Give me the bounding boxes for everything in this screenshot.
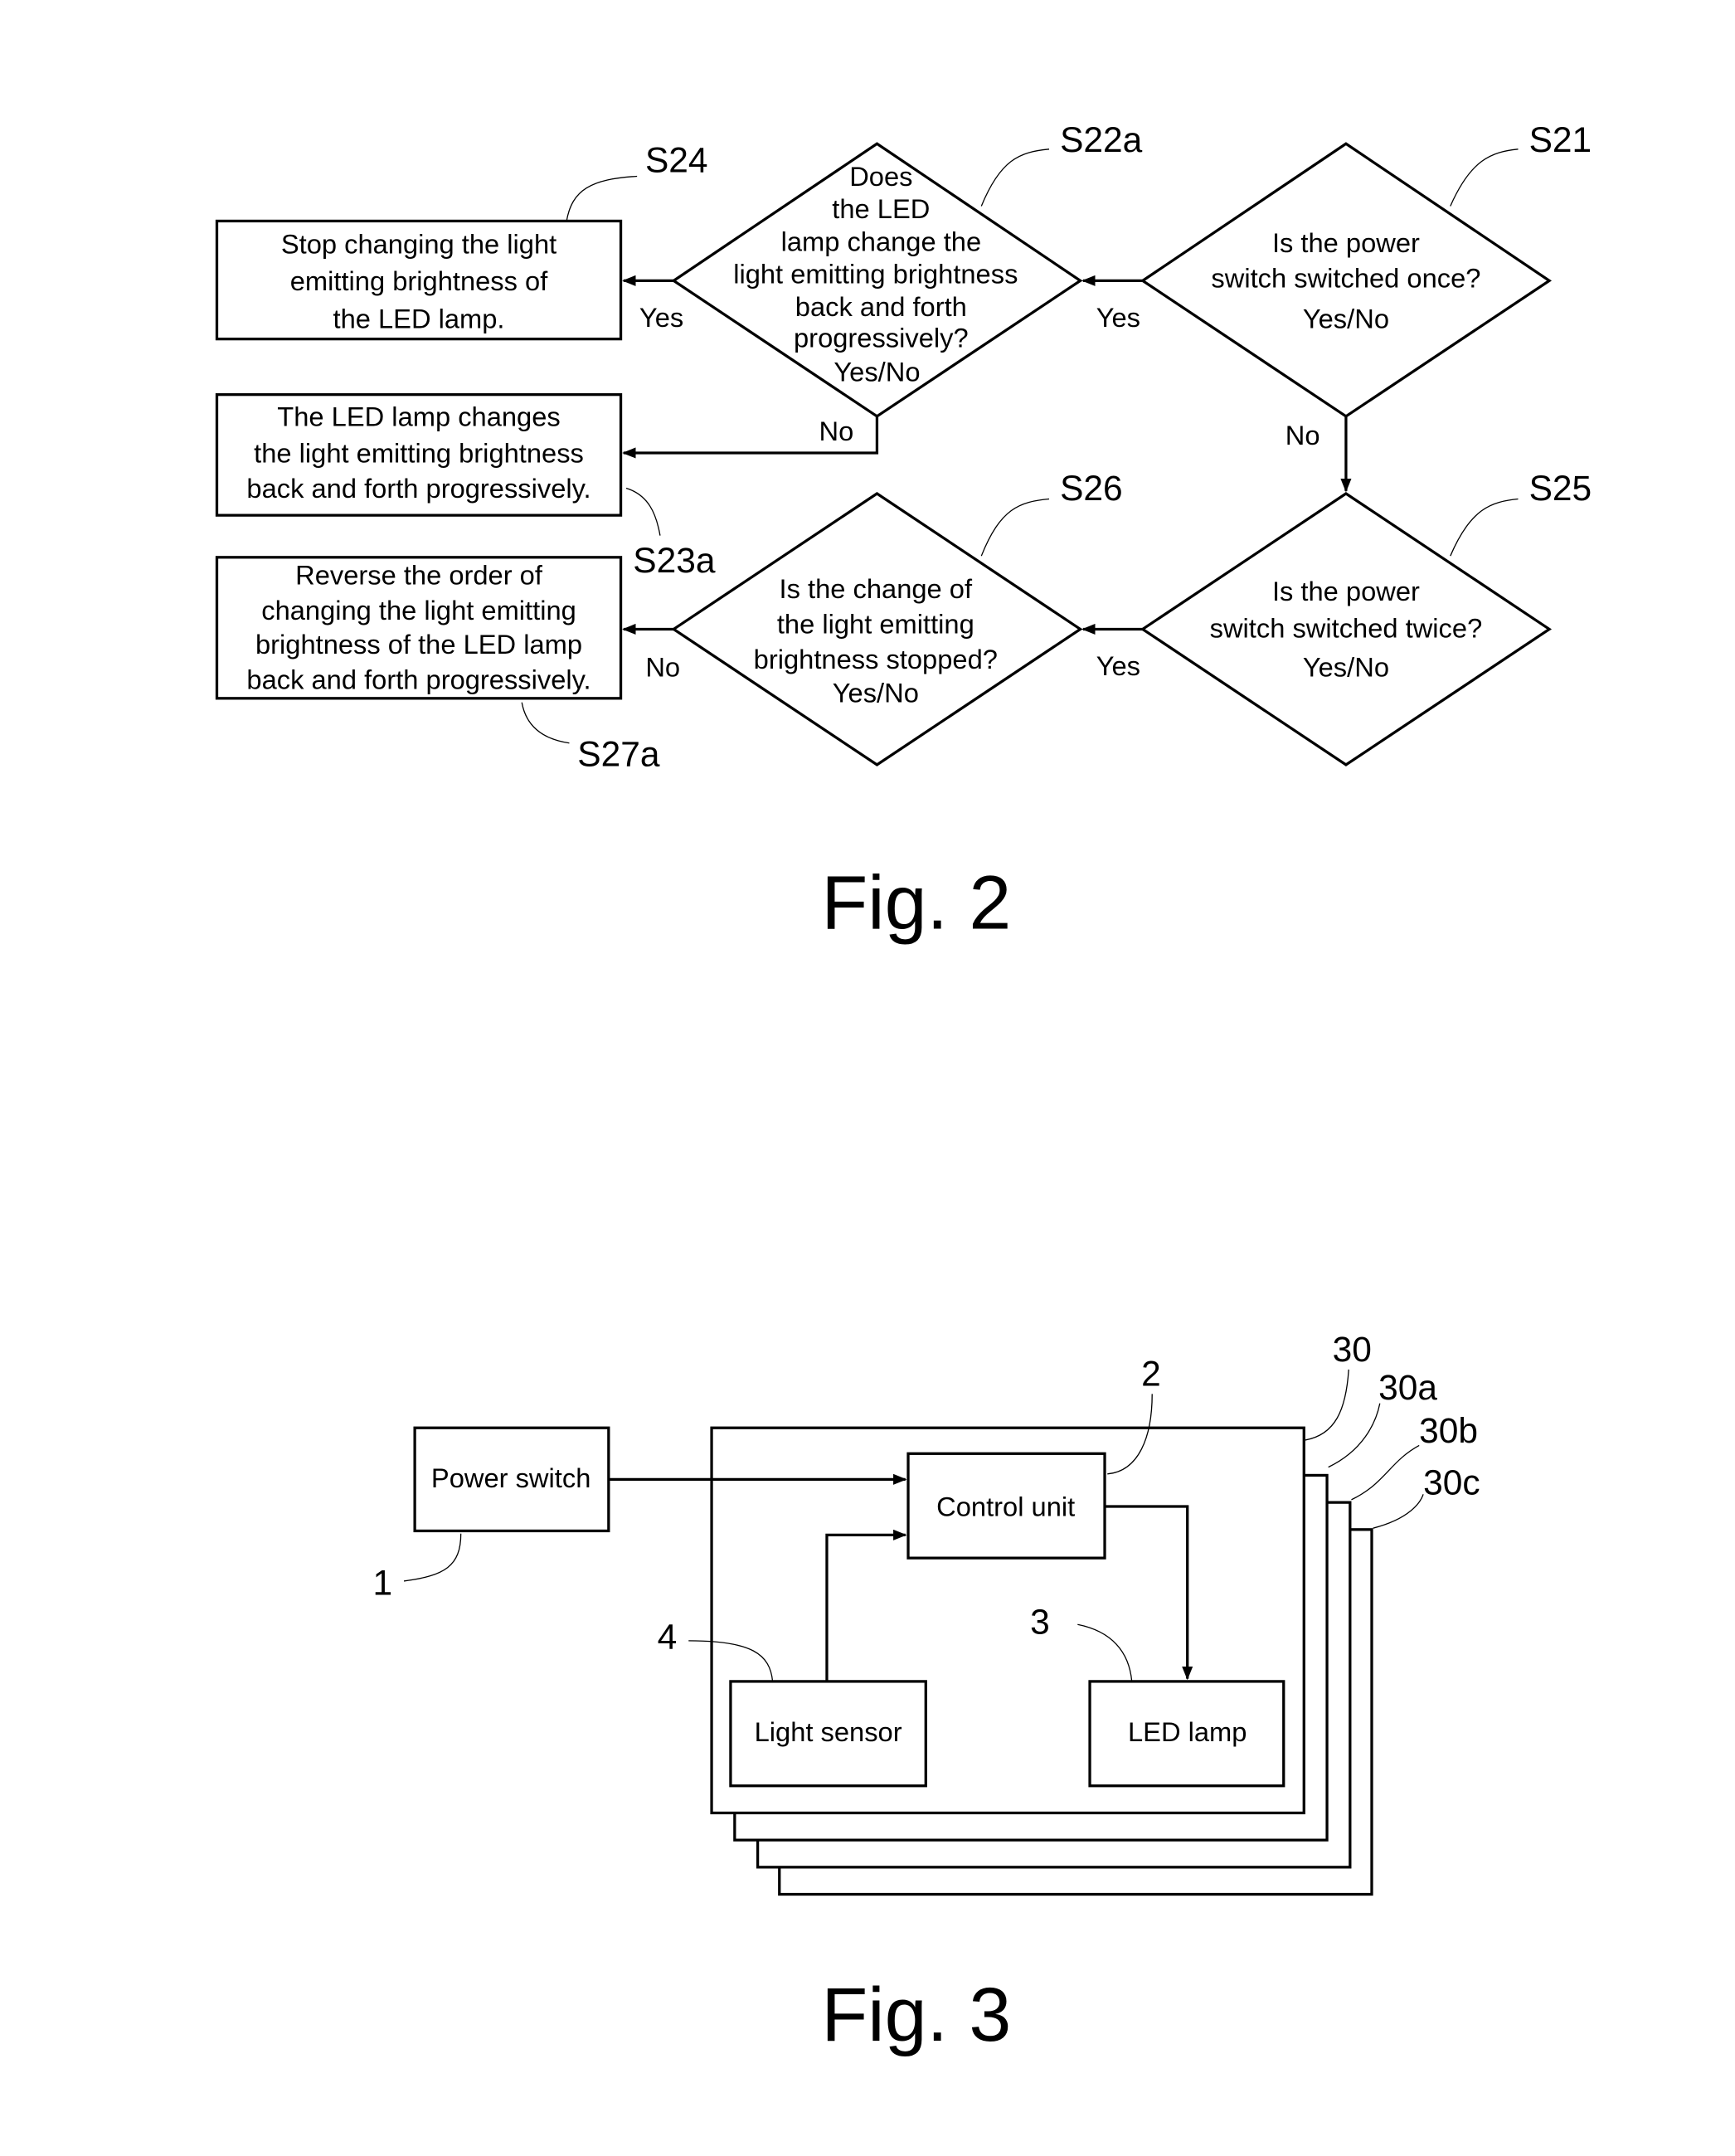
control-unit-ref: 2 [1141, 1355, 1161, 1394]
s27a-text-2: changing the light emitting [261, 595, 576, 625]
s24-ref-label: S24 [645, 142, 708, 181]
s22a-text-1: Does [849, 161, 912, 192]
fig3-caption: Fig. 3 [821, 1973, 1011, 2057]
s22a-ref-label: S22a [1060, 121, 1143, 160]
s22a-text-7: Yes/No [833, 356, 920, 387]
edge-s21-no-label: No [1285, 420, 1320, 450]
power-switch-label: Power switch [431, 1462, 590, 1493]
light-sensor-ref: 4 [658, 1618, 678, 1657]
control-unit-label: Control unit [936, 1491, 1075, 1521]
step-s21-decision: Is the power switch switched once? Yes/N… [1140, 121, 1592, 418]
s21-text-2: switch switched once? [1211, 263, 1480, 294]
power-switch-ref: 1 [372, 1564, 392, 1603]
s23a-text-3: back and forth progressively. [246, 473, 590, 504]
edge-s25-yes-label: Yes [1096, 650, 1140, 681]
s27a-text-1: Reverse the order of [295, 560, 543, 591]
s26-text-4: Yes/No [833, 678, 919, 708]
step-s26-decision: Is the change of the light emitting brig… [671, 470, 1123, 767]
s21-text-1: Is the power [1272, 227, 1420, 258]
led-lamp-ref: 3 [1030, 1604, 1050, 1643]
s21-text-3: Yes/No [1303, 304, 1389, 334]
edge-s21-yes-label: Yes [1096, 302, 1140, 333]
step-s23a-process: The LED lamp changes the light emitting … [215, 393, 716, 581]
s27a-ref-label: S27a [577, 736, 660, 775]
fig2-caption: Fig. 2 [821, 861, 1011, 946]
block-power-switch: Power switch 1 [372, 1426, 610, 1603]
patent-drawing-sheet: Is the power switch switched once? Yes/N… [215, 121, 1592, 2057]
s23a-ref-label: S23a [633, 542, 716, 581]
edge-s26-no-label: No [645, 652, 680, 683]
s23a-text-2: the light emitting brightness [254, 437, 584, 468]
edge-s22a-no-label: No [819, 416, 854, 446]
s21-ref-label: S21 [1529, 121, 1592, 160]
layer-30-label: 30 [1333, 1331, 1372, 1370]
led-lamp-label: LED lamp [1128, 1716, 1247, 1747]
step-s25-decision: Is the power switch switched twice? Yes/… [1140, 470, 1592, 767]
fig3-block-diagram: 30 30a 30b 30c Power switch 1 Control un… [372, 1331, 1480, 2057]
s22a-text-6: progressively? [794, 322, 969, 353]
s26-text-1: Is the change of [780, 573, 973, 604]
s25-ref-label: S25 [1529, 470, 1592, 509]
s26-text-3: brightness stopped? [754, 644, 998, 674]
s22a-text-5: back and forth [795, 291, 967, 322]
s23a-text-1: The LED lamp changes [277, 401, 560, 431]
layer-30c-label: 30c [1423, 1463, 1480, 1502]
s25-text-2: switch switched twice? [1210, 612, 1483, 643]
s22a-text-2: the LED [832, 193, 930, 224]
light-sensor-label: Light sensor [755, 1716, 902, 1747]
s25-text-1: Is the power [1272, 576, 1420, 606]
s27a-text-4: back and forth progressively. [246, 664, 590, 694]
edge-s22a-yes-label: Yes [639, 302, 683, 333]
s24-text-3: the LED lamp. [333, 304, 505, 334]
s26-text-2: the light emitting [777, 608, 974, 639]
layer-30b-label: 30b [1419, 1412, 1478, 1451]
s24-text-1: Stop changing the light [281, 229, 556, 260]
s27a-text-3: brightness of the LED lamp [255, 629, 582, 659]
step-s24-process: Stop changing the light emitting brightn… [215, 142, 708, 341]
fig2-flowchart: Is the power switch switched once? Yes/N… [215, 121, 1592, 946]
s25-text-3: Yes/No [1303, 652, 1389, 683]
s24-text-2: emitting brightness of [290, 265, 548, 296]
s22a-text-3: lamp change the [781, 226, 982, 256]
s26-ref-label: S26 [1060, 470, 1123, 509]
step-s27a-process: Reverse the order of changing the light … [215, 556, 660, 775]
layer-30a-label: 30a [1378, 1369, 1437, 1408]
s22a-text-4: light emitting brightness [733, 259, 1018, 290]
step-s22a-decision: Does the LED lamp change the light emitt… [671, 121, 1143, 418]
